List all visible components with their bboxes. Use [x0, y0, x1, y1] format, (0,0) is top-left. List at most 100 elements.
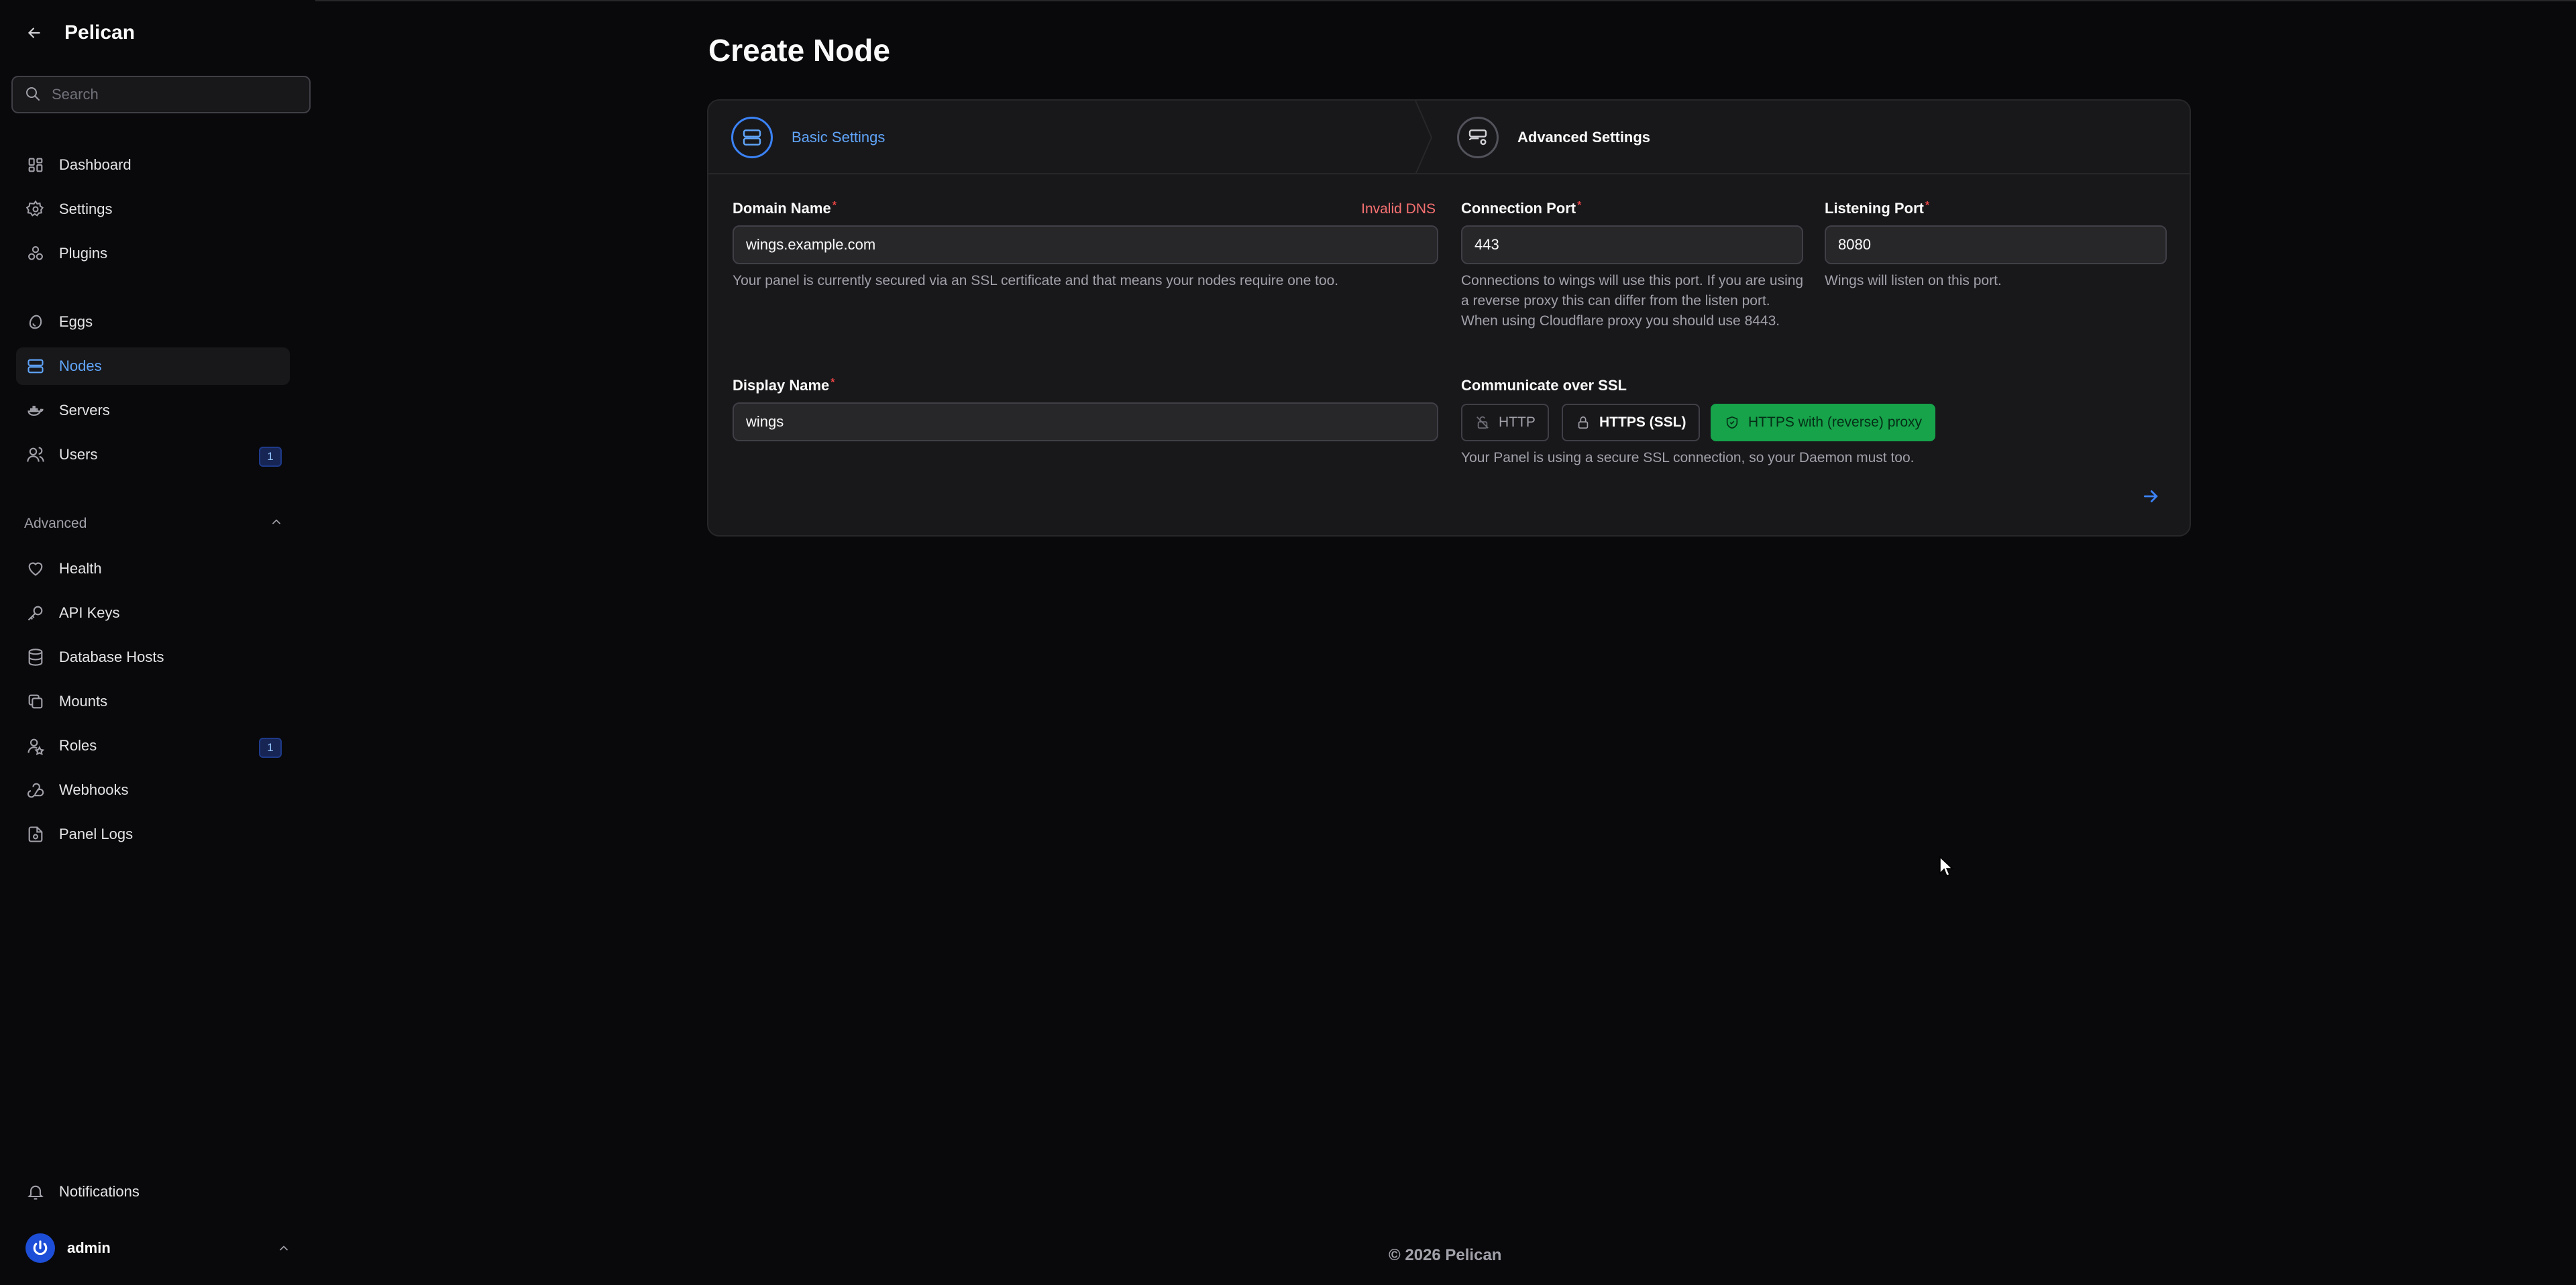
domain-name-label: Domain Name *	[733, 200, 837, 217]
roles-icon	[25, 736, 46, 756]
display-name-field[interactable]	[733, 402, 1438, 441]
plugins-icon	[25, 243, 46, 264]
sidebar-item-label: Webhooks	[59, 781, 129, 798]
ssl-help-text: Your Panel is using a secure SSL connect…	[1461, 450, 1915, 465]
sidebar-item-settings[interactable]: Settings	[16, 190, 290, 228]
step-label: Advanced Settings	[1517, 129, 1651, 146]
sidebar-item-label: Database Hosts	[59, 649, 164, 665]
domain-help-text: Your panel is currently secured via an S…	[733, 273, 1339, 288]
sidebar-item-label: API Keys	[59, 604, 120, 621]
step-label: Basic Settings	[792, 129, 885, 146]
brand-docker-icon	[25, 400, 46, 421]
sidebar-item-label: Plugins	[59, 245, 108, 262]
egg-icon	[25, 312, 46, 332]
sidebar-item-health[interactable]: Health	[16, 550, 290, 588]
roles-count-badge: 1	[259, 738, 282, 758]
step-basic-settings[interactable]: Basic Settings	[731, 101, 885, 174]
gear-icon	[25, 199, 46, 219]
domain-name-field[interactable]	[733, 225, 1438, 264]
chevron-up-icon	[274, 1238, 294, 1258]
sidebar-item-label: Nodes	[59, 357, 102, 374]
footer-copyright: © 2026 Pelican	[1389, 1246, 1502, 1264]
database-icon	[25, 647, 46, 667]
users-count-badge: 1	[259, 447, 282, 467]
create-node-wizard: Basic Settings Advanced Settings Domain …	[707, 99, 2191, 537]
dashboard-icon	[25, 155, 46, 175]
search-box[interactable]	[11, 76, 311, 113]
key-icon	[25, 603, 46, 623]
listening-port-label: Listening Port *	[1825, 200, 1930, 217]
listening-port-help-text: Wings will listen on this port.	[1825, 273, 2002, 288]
advanced-group-label: Advanced	[24, 516, 87, 531]
sidebar-item-label: Servers	[59, 402, 110, 418]
sidebar-item-dashboard[interactable]: Dashboard	[16, 146, 290, 184]
ssl-option-http[interactable]: HTTP	[1461, 404, 1549, 441]
users-icon	[25, 445, 46, 465]
arrow-left-icon[interactable]	[24, 23, 44, 43]
sidebar-item-database-hosts[interactable]: Database Hosts	[16, 638, 290, 676]
sidebar-item-label: Users	[59, 446, 98, 463]
sidebar-item-users[interactable]: Users 1	[16, 436, 290, 473]
sidebar-item-roles[interactable]: Roles 1	[16, 727, 290, 765]
sidebar: Pelican Dashboard Settings Plugins Eggs	[0, 0, 315, 1285]
wizard-steps: Basic Settings Advanced Settings	[708, 101, 2190, 174]
connection-port-input[interactable]	[1474, 236, 1802, 254]
display-name-label: Display Name *	[733, 377, 835, 394]
chevron-up-icon	[270, 515, 283, 533]
app-name[interactable]: Pelican	[64, 21, 135, 44]
search-icon	[25, 86, 42, 103]
ssl-option-https[interactable]: HTTPS (SSL)	[1562, 404, 1700, 441]
domain-name-input[interactable]	[746, 236, 1437, 254]
sidebar-item-label: Eggs	[59, 313, 93, 330]
connection-port-help-text: Connections to wings will use this port.…	[1461, 273, 1804, 329]
notifications-button[interactable]: Notifications	[25, 1175, 140, 1209]
domain-error-text: Invalid DNS	[1361, 201, 1436, 217]
sidebar-item-panel-logs[interactable]: Panel Logs	[16, 816, 290, 853]
sidebar-item-api-keys[interactable]: API Keys	[16, 594, 290, 632]
sidebar-item-webhooks[interactable]: Webhooks	[16, 771, 290, 809]
brand: Pelican	[24, 19, 135, 47]
lock-open-off-icon	[1474, 414, 1491, 431]
step-advanced-settings[interactable]: Advanced Settings	[1457, 101, 1650, 174]
listening-port-input[interactable]	[1838, 236, 2165, 254]
top-border	[0, 0, 2576, 1]
file-report-icon	[25, 824, 46, 844]
next-step-button[interactable]	[2136, 483, 2165, 512]
sidebar-item-eggs[interactable]: Eggs	[16, 303, 290, 341]
sidebar-item-label: Roles	[59, 737, 97, 754]
connection-port-label: Connection Port *	[1461, 200, 1582, 217]
connection-port-field[interactable]	[1461, 225, 1803, 264]
heart-icon	[25, 559, 46, 579]
user-name: admin	[67, 1239, 111, 1256]
webhook-icon	[25, 780, 46, 800]
ssl-option-reverse-proxy[interactable]: HTTPS with (reverse) proxy	[1711, 404, 1936, 441]
advanced-group-toggle[interactable]: Advanced	[24, 514, 283, 534]
sidebar-item-servers[interactable]: Servers	[16, 392, 290, 429]
notifications-label: Notifications	[59, 1183, 140, 1200]
lock-icon	[1575, 414, 1591, 431]
sidebar-item-label: Mounts	[59, 693, 108, 710]
user-menu[interactable]: admin	[25, 1231, 294, 1265]
sidebar-item-label: Dashboard	[59, 156, 131, 173]
sidebar-item-mounts[interactable]: Mounts	[16, 683, 290, 720]
page-title: Create Node	[708, 33, 890, 68]
sidebar-item-label: Settings	[59, 201, 113, 217]
display-name-input[interactable]	[746, 413, 1437, 431]
step-divider	[1415, 101, 1433, 174]
bell-icon	[25, 1182, 46, 1202]
server-icon	[731, 117, 773, 158]
listening-port-field[interactable]	[1825, 225, 2167, 264]
shield-check-icon	[1724, 414, 1740, 431]
search-input[interactable]	[52, 86, 293, 103]
server-icon	[25, 356, 46, 376]
server-cog-icon	[1457, 117, 1499, 158]
mouse-cursor-icon	[1939, 856, 1953, 877]
sidebar-item-label: Health	[59, 560, 102, 577]
sidebar-item-label: Panel Logs	[59, 826, 133, 842]
sidebar-item-plugins[interactable]: Plugins	[16, 235, 290, 272]
avatar	[25, 1233, 55, 1263]
sidebar-item-nodes[interactable]: Nodes	[16, 347, 290, 385]
arrow-right-icon	[2141, 486, 2161, 510]
ssl-label: Communicate over SSL	[1461, 377, 1627, 394]
mounts-icon	[25, 691, 46, 712]
